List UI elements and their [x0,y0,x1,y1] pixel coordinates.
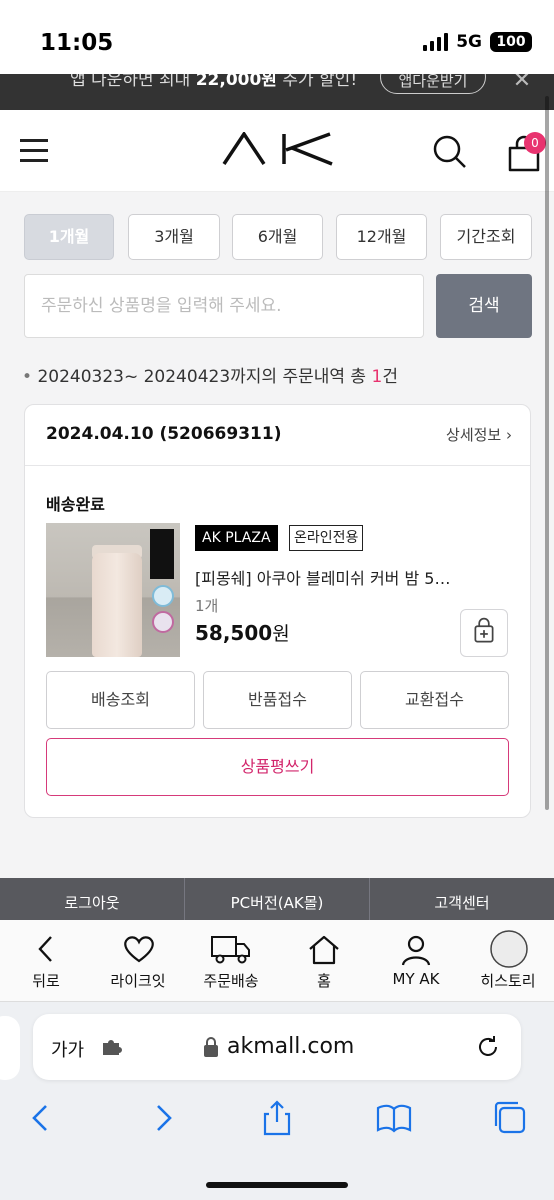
nav-back[interactable]: 뒤로 [0,920,92,1002]
order-card: 2024.04.10 (520669311) 상세정보 › 배송완료 AK PL… [24,404,531,818]
status-indicators: 5G 100 [423,32,532,52]
bookmarks-icon[interactable] [374,1098,414,1138]
return-request-button[interactable]: 반품접수 [203,671,352,729]
product-quantity: 1개 [195,597,219,615]
logout-link[interactable]: 로그아웃 [0,878,185,920]
app-download-banner[interactable]: 앱 다운하면 최대 22,000원 추가 할인! 앱다운받기 ✕ [0,74,554,110]
tab-3-months[interactable]: 3개월 [128,214,220,260]
ak-logo[interactable] [222,132,334,166]
signal-icon [423,33,449,51]
tab-6-months[interactable]: 6개월 [232,214,323,260]
hamburger-menu-icon[interactable] [20,139,48,162]
tab-custom-period[interactable]: 기간조회 [440,214,532,260]
url-text: akmall.com [227,1034,355,1059]
search-icon[interactable] [432,134,468,170]
order-date-number: 2024.04.10 (520669311) [46,424,282,444]
reload-icon[interactable] [475,1034,501,1060]
cart-plus-icon [474,617,494,643]
close-icon[interactable]: ✕ [510,74,534,92]
cart-count-badge: 0 [524,132,546,154]
truck-icon [211,936,250,964]
status-time: 11:05 [40,30,114,56]
exchange-request-button[interactable]: 교환접수 [360,671,509,729]
history-circle-icon [490,930,528,968]
browser-forward-icon[interactable] [142,1098,182,1138]
text-size-button[interactable]: 가가 [51,1036,84,1062]
browser-back-icon[interactable] [22,1098,62,1138]
tab-12-months[interactable]: 12개월 [336,214,427,260]
browser-chrome: 가가 akmall.com [0,1002,554,1200]
product-name[interactable]: [피몽쉐] 아쿠아 블레미쉬 커버 밤 5… [195,565,505,589]
person-icon [401,935,431,966]
order-detail-link[interactable]: 상세정보 › [446,424,512,445]
lock-icon [204,1037,218,1057]
nav-my-ak[interactable]: MY AK [370,920,462,1002]
search-button[interactable]: 검색 [436,274,532,338]
site-header [0,110,554,192]
nav-likeit[interactable]: 라이크잇 [92,920,184,1002]
product-price: 58,500원 [195,621,290,645]
product-thumbnail[interactable] [46,523,180,657]
customer-center-link[interactable]: 고객센터 [370,878,554,920]
address-bar[interactable]: 가가 akmall.com [33,1014,521,1080]
previous-tab-bar[interactable] [0,1016,20,1080]
nav-home[interactable]: 홈 [278,920,370,1002]
add-to-cart-button[interactable] [460,609,508,657]
home-icon [309,935,339,965]
tab-1-month[interactable]: 1개월 [24,214,114,260]
order-card-header: 2024.04.10 (520669311) 상세정보 › [25,405,530,466]
nav-history[interactable]: 히스토리 [462,920,554,1002]
order-summary: • 20240323~ 20240423까지의 주문내역 총 1건 [22,367,398,387]
online-only-tag: 온라인전용 [289,525,364,551]
battery-icon: 100 [490,32,532,52]
back-icon [38,936,52,962]
heart-icon [124,936,154,963]
share-icon[interactable] [257,1098,297,1138]
pc-version-link[interactable]: PC버전(AK몰) [185,878,370,920]
network-type: 5G [456,32,482,52]
promo-text: 앱 다운하면 최대 22,000원 추가 할인! [70,74,358,90]
page-scrollbar[interactable] [545,96,549,810]
tabs-icon[interactable] [490,1098,530,1138]
home-indicator [206,1182,348,1188]
product-search-input[interactable]: 주문하신 상품명을 입력해 주세요. [24,274,424,338]
bottom-navigation: 뒤로 라이크잇 주문배송 홈 MY AK 히스토리 [0,920,554,1002]
track-delivery-button[interactable]: 배송조회 [46,671,195,729]
extension-icon[interactable] [101,1038,123,1056]
period-filter-tabs: 1개월 3개월 6개월 12개월 기간조회 [24,214,532,260]
app-download-button[interactable]: 앱다운받기 [380,74,486,94]
brand-tag: AK PLAZA [195,525,278,551]
status-bar: 11:05 5G 100 [0,0,554,74]
shipping-status: 배송완료 [46,495,105,514]
nav-order-delivery[interactable]: 주문배송 [184,920,278,1002]
footer-menu: 로그아웃 PC버전(AK몰) 고객센터 [0,878,554,920]
write-review-button[interactable]: 상품평쓰기 [46,738,509,796]
